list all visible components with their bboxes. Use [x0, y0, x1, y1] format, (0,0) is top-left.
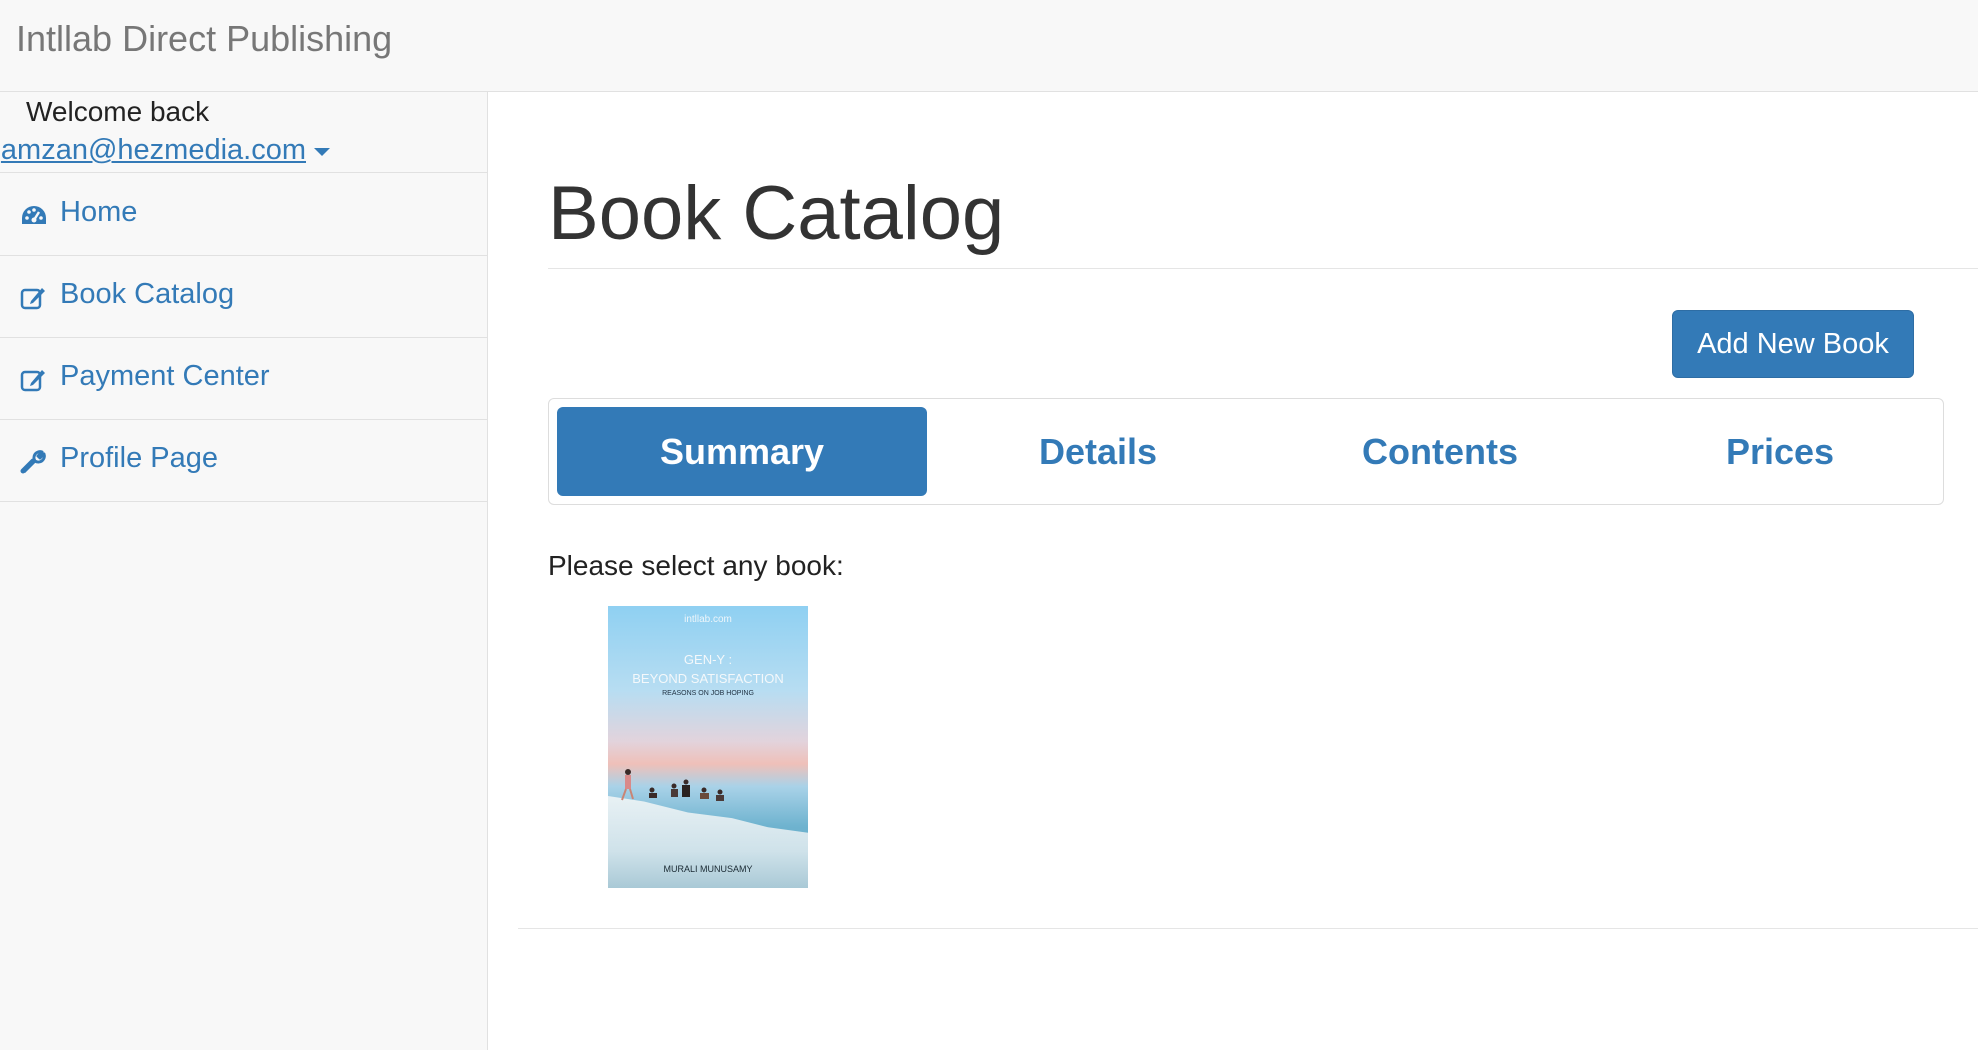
brand-title[interactable]: Intllab Direct Publishing: [16, 18, 392, 60]
select-book-prompt: Please select any book:: [548, 550, 844, 581]
tab-prices[interactable]: Prices: [1611, 407, 1949, 496]
cover-title-line: GEN-Y :: [683, 652, 733, 667]
book-cover-thumbnail[interactable]: intllab.com GEN-Y : BEYOND SATISFACTION …: [608, 606, 808, 888]
add-new-book-button[interactable]: Add New Book: [1672, 310, 1914, 378]
sidebar-item-book-catalog[interactable]: Book Catalog: [0, 256, 487, 338]
wrench-icon: [20, 450, 46, 474]
dashboard-icon: [22, 206, 46, 224]
welcome-panel: Welcome back amzan@hezmedia.com: [0, 92, 487, 173]
sidebar-item-label: Payment Center: [60, 360, 270, 392]
user-menu-dropdown[interactable]: amzan@hezmedia.com: [0, 134, 330, 168]
content-divider: [518, 928, 1978, 929]
tab-details[interactable]: Details: [927, 407, 1269, 496]
cover-site-text: intllab.com: [684, 614, 732, 625]
user-email-link[interactable]: amzan@hezmedia.com: [1, 134, 306, 167]
title-divider: [548, 268, 1978, 269]
edit-icon: [20, 288, 45, 310]
page-title: Book Catalog: [548, 171, 1005, 256]
cover-title: GEN-Y : BEYOND SATISFACTION: [608, 650, 808, 688]
edit-icon: [20, 370, 45, 392]
sidebar: Welcome back amzan@hezmedia.com Home Boo…: [0, 92, 488, 1050]
top-navbar: Intllab Direct Publishing: [0, 0, 1978, 92]
tab-bar: Summary Details Contents Prices: [548, 398, 1944, 505]
sidebar-item-payment-center[interactable]: Payment Center: [0, 338, 487, 420]
cover-subtitle: REASONS ON JOB HOPING: [662, 690, 754, 697]
sidebar-item-label: Home: [60, 196, 138, 228]
sidebar-item-profile-page[interactable]: Profile Page: [0, 420, 487, 502]
tab-contents[interactable]: Contents: [1269, 407, 1611, 496]
sidebar-item-label: Book Catalog: [60, 278, 235, 310]
cover-people-image: [621, 769, 724, 801]
cover-author: MURALI MUNUSAMY: [663, 864, 753, 874]
cover-title-line: BEYOND SATISFACTION: [632, 671, 784, 686]
welcome-text: Welcome back: [26, 96, 210, 127]
caret-down-icon[interactable]: [314, 148, 330, 156]
tab-summary[interactable]: Summary: [557, 407, 927, 496]
main-content: Book Catalog Add New Book Summary Detail…: [488, 92, 1978, 1050]
sidebar-item-home[interactable]: Home: [0, 174, 487, 256]
sidebar-item-label: Profile Page: [60, 442, 218, 474]
